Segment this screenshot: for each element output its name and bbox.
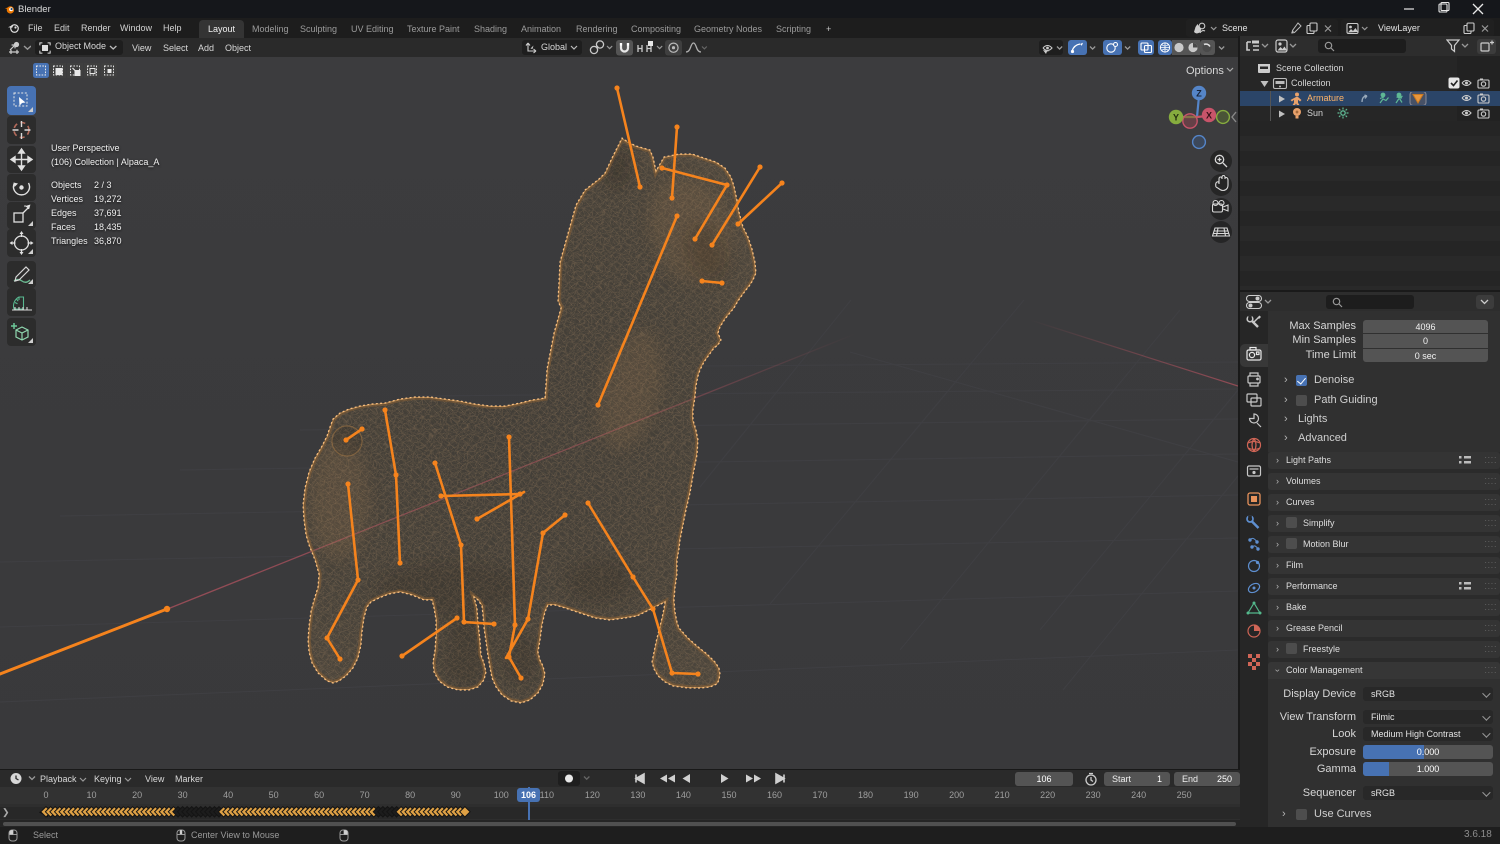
svg-text:Y: Y bbox=[1173, 113, 1179, 123]
svg-text:Z: Z bbox=[1196, 89, 1202, 99]
svg-text:Options: Options bbox=[1186, 65, 1224, 77]
svg-text:X: X bbox=[1206, 111, 1212, 121]
